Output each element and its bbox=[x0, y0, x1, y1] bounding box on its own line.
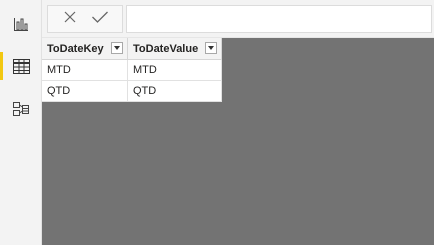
table-cell[interactable]: QTD bbox=[42, 80, 128, 102]
check-icon bbox=[91, 10, 109, 29]
cancel-button[interactable] bbox=[55, 6, 85, 32]
table-cell[interactable]: QTD bbox=[127, 80, 222, 102]
formula-buttons bbox=[47, 5, 123, 33]
column-header-label: ToDateValue bbox=[133, 42, 199, 55]
data-view-button[interactable] bbox=[0, 46, 42, 86]
view-switcher-rail bbox=[0, 0, 42, 245]
report-view-icon bbox=[13, 16, 29, 32]
data-canvas: ToDateKey ToDateValue MTD MTD QTD QTD bbox=[42, 38, 434, 245]
table-row: MTD MTD bbox=[42, 59, 222, 81]
report-view-button[interactable] bbox=[0, 4, 42, 44]
table-row: QTD QTD bbox=[42, 80, 222, 102]
model-view-button[interactable] bbox=[0, 89, 42, 129]
column-header-todatekey[interactable]: ToDateKey bbox=[42, 38, 128, 60]
column-header-todatevalue[interactable]: ToDateValue bbox=[127, 38, 222, 60]
formula-bar bbox=[42, 0, 434, 38]
close-icon bbox=[63, 10, 77, 29]
column-filter-button[interactable] bbox=[205, 42, 217, 54]
table-cell[interactable]: MTD bbox=[127, 59, 222, 81]
commit-button[interactable] bbox=[85, 6, 115, 32]
data-table: ToDateKey ToDateValue MTD MTD QTD QTD bbox=[42, 38, 222, 102]
column-header-label: ToDateKey bbox=[47, 42, 104, 55]
column-filter-button[interactable] bbox=[111, 42, 123, 54]
table-cell[interactable]: MTD bbox=[42, 59, 128, 81]
chevron-down-icon bbox=[208, 46, 214, 50]
model-view-icon bbox=[12, 100, 30, 118]
formula-input[interactable] bbox=[126, 5, 432, 33]
table-header-row: ToDateKey ToDateValue bbox=[42, 38, 222, 60]
chevron-down-icon bbox=[114, 46, 120, 50]
data-view-icon bbox=[12, 58, 30, 74]
